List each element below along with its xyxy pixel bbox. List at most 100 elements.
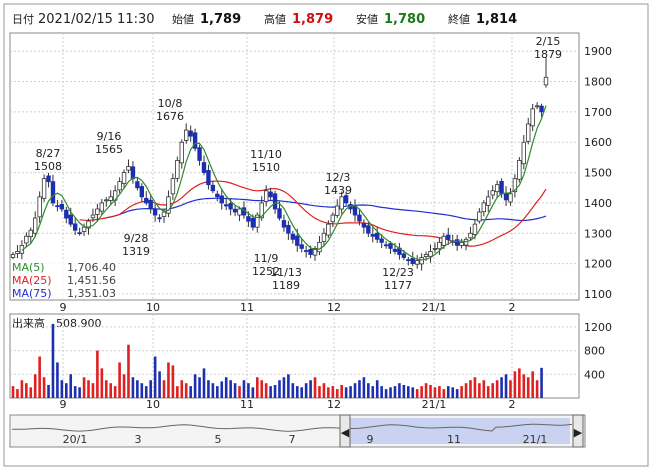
candle-body	[459, 241, 464, 246]
high-label: 高値	[264, 12, 286, 26]
candle-body	[441, 235, 447, 246]
candle-body	[228, 203, 233, 210]
volume-bar	[127, 344, 130, 398]
candle-body	[326, 223, 331, 236]
candle-body	[286, 224, 291, 234]
annotation-value: 1676	[156, 110, 184, 123]
candle-body	[175, 160, 180, 179]
candle-body	[432, 248, 438, 250]
volume-bar	[176, 386, 179, 398]
volume-bar	[362, 377, 366, 398]
volume-bar	[78, 387, 81, 398]
candle-body	[494, 184, 500, 193]
candle-body	[219, 195, 224, 204]
volume-bar	[433, 387, 437, 398]
legend-ma25-value: 1,451.56	[67, 274, 116, 287]
candle-body	[517, 160, 522, 180]
volume-bar	[109, 383, 113, 398]
volume-bar	[318, 386, 321, 398]
candle-body	[210, 184, 216, 192]
candle-body	[361, 223, 367, 228]
candle-body	[223, 204, 229, 207]
candle-body	[184, 129, 189, 141]
candle-body	[161, 211, 167, 217]
volume-bar	[367, 383, 370, 398]
stock-chart-window: 日付 2021/02/15 11:30 始値 1,789 高値 1,879 安値…	[0, 0, 653, 470]
candle-body	[530, 108, 535, 127]
candle-body	[135, 181, 140, 189]
volume-bar	[335, 389, 339, 398]
volume-bar	[535, 380, 539, 398]
candle-body	[95, 208, 100, 215]
volume-bar	[327, 387, 330, 398]
candle-body	[410, 258, 415, 264]
volume-bar	[260, 380, 264, 398]
candle-body	[446, 234, 451, 240]
volume-bar	[238, 386, 241, 398]
volume-bar	[16, 389, 19, 398]
navigator-label: 20/1	[63, 433, 88, 446]
annotation-value: 1439	[324, 184, 352, 197]
candle-body	[335, 205, 340, 216]
volume-bar	[451, 387, 455, 398]
legend-ma5-value: 1,706.40	[67, 261, 116, 274]
candle-body	[508, 193, 513, 203]
candle-body	[104, 199, 109, 202]
candle-body	[152, 208, 158, 216]
volume-bar	[56, 362, 59, 398]
volume-bar	[11, 386, 15, 398]
candle-body	[215, 193, 220, 198]
volume-bar	[291, 383, 295, 398]
volume-bar	[495, 380, 499, 398]
candle-body	[379, 238, 384, 243]
candle-body	[263, 190, 269, 202]
volume-bar	[282, 377, 286, 398]
volume-bar	[455, 389, 459, 398]
candle-body	[37, 196, 42, 218]
volume-bar	[380, 386, 383, 398]
annotation-value: 1177	[384, 279, 412, 292]
volume-bar	[113, 386, 117, 398]
candle-body	[179, 141, 184, 164]
candle-body	[68, 214, 73, 225]
annotation-date: 2/15	[536, 35, 561, 48]
candle-body	[392, 248, 398, 252]
volume-bar	[304, 383, 308, 398]
volume-bar	[344, 387, 348, 398]
volume-bar	[207, 380, 210, 398]
candle-body	[414, 260, 420, 265]
candle-body	[290, 233, 296, 240]
candle-body	[90, 214, 96, 219]
volume-bar	[69, 374, 73, 398]
navigator-label: 3	[135, 433, 142, 446]
volume-bar	[180, 380, 184, 398]
volume-bar	[220, 381, 224, 398]
volume-bar	[353, 383, 357, 398]
candle-body	[317, 241, 322, 253]
volume-bar	[242, 380, 246, 398]
volume-bar	[402, 384, 406, 398]
volume-bar	[100, 368, 104, 398]
volume-bar	[42, 377, 46, 398]
candle-body	[534, 105, 540, 108]
annotation-date: 8/27	[36, 147, 61, 160]
annotation-value: 1508	[34, 160, 62, 173]
volume-bar	[358, 380, 361, 398]
candle-body	[486, 196, 491, 206]
volume-bar	[295, 386, 299, 398]
volume-bar	[300, 387, 304, 398]
volume-bar	[309, 380, 312, 398]
volume-bar	[184, 383, 188, 398]
candle-body	[543, 76, 549, 86]
volume-bar	[122, 374, 126, 398]
volume-bar	[504, 374, 508, 398]
volume-bar	[229, 380, 232, 398]
candle-body	[99, 202, 105, 212]
volume-bar	[531, 371, 534, 398]
ma-legend: MA(5) 1,706.40 MA(25) 1,451.56 MA(75) 1,…	[11, 259, 119, 300]
navigator-label: 9	[367, 433, 374, 446]
volume-bar	[82, 377, 86, 398]
low-label: 安値	[356, 12, 378, 26]
range-navigator[interactable]: ◀ ▶ 20/1 3 5 7 9 11 21/1	[9, 414, 586, 448]
candle-body	[232, 208, 238, 213]
